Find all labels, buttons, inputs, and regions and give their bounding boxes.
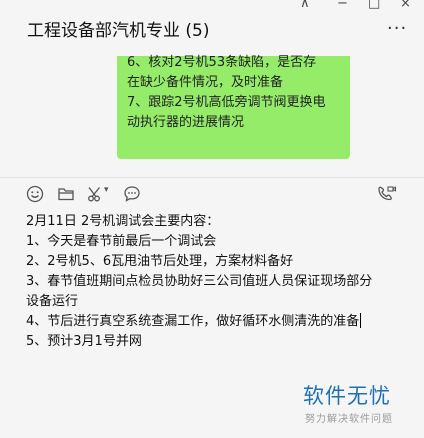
emoji-icon[interactable] xyxy=(25,184,45,208)
text-caret xyxy=(360,313,362,328)
chat-title: 工程设备部汽机专业 (5) xyxy=(27,21,210,41)
watermark-logo-text: 软件无忧 xyxy=(303,384,391,408)
message-line: 6、核对2号机53条缺陷，是否存 xyxy=(127,55,317,70)
chevron-down-icon[interactable]: ▾ xyxy=(104,185,109,195)
input-text-line: 5、预计3月1号并网 xyxy=(26,334,142,349)
watermark-slogan: 努力解决软件问题 xyxy=(305,414,393,425)
title-bar: ⊼ − □ × 工程设备部汽机专业 (5) ··· xyxy=(0,0,424,56)
close-button[interactable]: × xyxy=(400,0,411,11)
scissors-icon[interactable] xyxy=(86,184,106,208)
message-area: 6、核对2号机53条缺陷，是否存 在缺少备件情况，及时准备 7、跟踪2号机高低旁… xyxy=(0,55,424,176)
folder-icon[interactable] xyxy=(56,184,76,208)
message-line: 7、跟踪2号机高低旁调节阀更换电 xyxy=(127,95,326,110)
input-text-line: 3、春节值班期间点检员协助好三公司值班人员保证现场部分 xyxy=(26,274,373,289)
video-call-icon[interactable] xyxy=(375,184,397,208)
pin-button[interactable]: ⊼ xyxy=(300,0,310,11)
input-text-segment: 4、节后进行真空系统查漏工作，做好循环水侧清洗的准备 xyxy=(26,314,360,329)
minimize-button[interactable]: − xyxy=(337,0,348,11)
input-text-line: 4、节后进行真空系统查漏工作，做好循环水侧清洗的准备 xyxy=(26,312,362,332)
chat-bubble-icon[interactable] xyxy=(122,184,142,208)
divider xyxy=(0,177,424,178)
message-line: 动执行器的进展情况 xyxy=(127,115,245,130)
maximize-button[interactable]: □ xyxy=(368,0,380,11)
more-options-button[interactable]: ··· xyxy=(387,18,407,39)
message-bubble[interactable]: 6、核对2号机53条缺陷，是否存 在缺少备件情况，及时准备 7、跟踪2号机高低旁… xyxy=(117,55,350,159)
input-text-line: 1、今天是春节前最后一个调试会 xyxy=(26,234,217,249)
input-text-line: 2、2号机5、6瓦甩油节后处理，方案材料备好 xyxy=(26,254,294,269)
input-text-line: 设备运行 xyxy=(26,294,79,309)
input-text-line: 2月11日 2号机调试会主要内容： xyxy=(26,214,220,229)
message-line: 在缺少备件情况，及时准备 xyxy=(127,75,284,90)
input-toolbar: ▾ xyxy=(0,180,424,212)
